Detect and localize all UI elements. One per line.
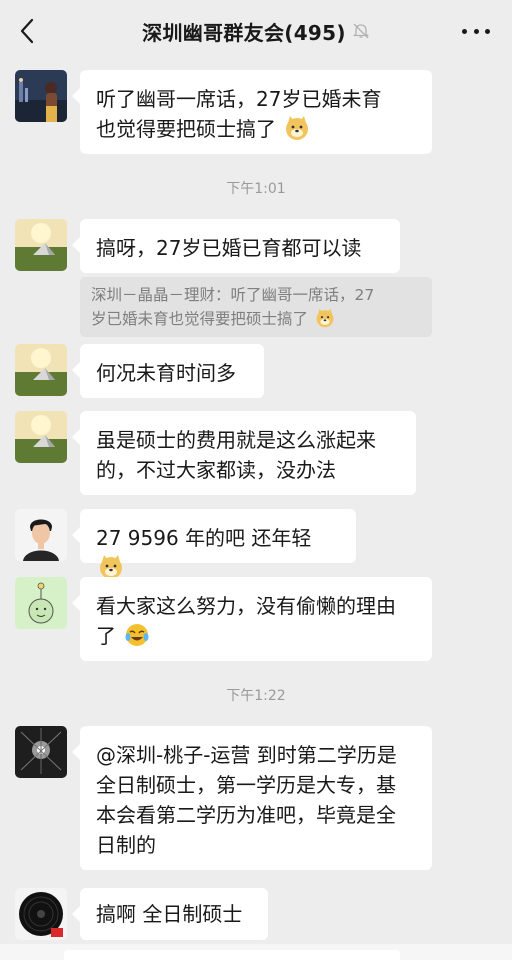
chevron-left-icon: [20, 18, 34, 44]
chat-title: 深圳幽哥群友会(495): [142, 20, 346, 45]
crying-laugh-emoji: [125, 624, 149, 646]
doge-emoji: [286, 116, 309, 140]
message-bubble[interactable]: 听了幽哥一席话，27岁已婚未育 也觉得要把硕士搞了: [72, 70, 432, 154]
avatar-vinyl-record[interactable]: [15, 888, 67, 940]
message-bubble[interactable]: 虽是硕士的费用就是这么涨起来 的，不过大家都读，没办法: [72, 411, 416, 495]
message-text: @深圳-桃子-运营 到时第二学历是 全日制硕士，第一学历是大专，基 本会看第二学…: [96, 743, 397, 857]
more-options-button[interactable]: [462, 22, 490, 40]
avatar-tent-landscape[interactable]: [15, 344, 67, 396]
message-text: 27 9596 年的吧 还年轻: [96, 526, 312, 550]
bell-off-icon: [352, 23, 369, 39]
message-bubble[interactable]: 何况未育时间多: [72, 344, 264, 398]
doge-emoji: [316, 308, 334, 328]
avatar-tent-landscape[interactable]: [15, 411, 67, 463]
avatar-city-night[interactable]: [15, 70, 67, 122]
message-text: 搞啊 全日制硕士: [96, 902, 243, 926]
message-text: 听了幽哥一席话，27岁已婚未育 也觉得要把硕士搞了: [96, 87, 382, 141]
timestamp: 下午1:01: [226, 181, 286, 197]
message-input[interactable]: [64, 950, 400, 960]
title-group: 深圳幽哥群友会(495): [142, 17, 370, 46]
message-bubble[interactable]: 搞啊 全日制硕士: [72, 888, 268, 940]
avatar-light-burst[interactable]: [15, 726, 67, 778]
message-bubble[interactable]: @深圳-桃子-运营 到时第二学历是 全日制硕士，第一学历是大专，基 本会看第二学…: [72, 726, 432, 870]
input-bar: [0, 944, 512, 960]
message-text: 虽是硕士的费用就是这么涨起来 的，不过大家都读，没办法: [96, 428, 376, 482]
quoted-message[interactable]: 深圳－晶晶－理财：听了幽哥一席话，27 岁已婚未育也觉得要把硕士搞了: [80, 277, 432, 337]
avatar-flower-doodle[interactable]: [15, 577, 67, 629]
message-text: 搞呀，27岁已婚已育都可以读: [96, 236, 362, 260]
message-bubble[interactable]: 27 9596 年的吧 还年轻: [72, 509, 356, 579]
avatar-young-man[interactable]: [15, 509, 67, 561]
avatar-tent-landscape[interactable]: [15, 219, 67, 271]
back-button[interactable]: [10, 14, 44, 48]
message-bubble[interactable]: 看大家这么努力，没有偷懒的理由 了: [72, 577, 432, 661]
chat-header: 深圳幽哥群友会(495): [0, 0, 512, 62]
timestamp: 下午1:22: [226, 688, 286, 704]
ellipsis-icon: [462, 28, 467, 34]
message-text: 何况未育时间多: [96, 361, 236, 385]
message-bubble[interactable]: 搞呀，27岁已婚已育都可以读: [72, 219, 400, 273]
